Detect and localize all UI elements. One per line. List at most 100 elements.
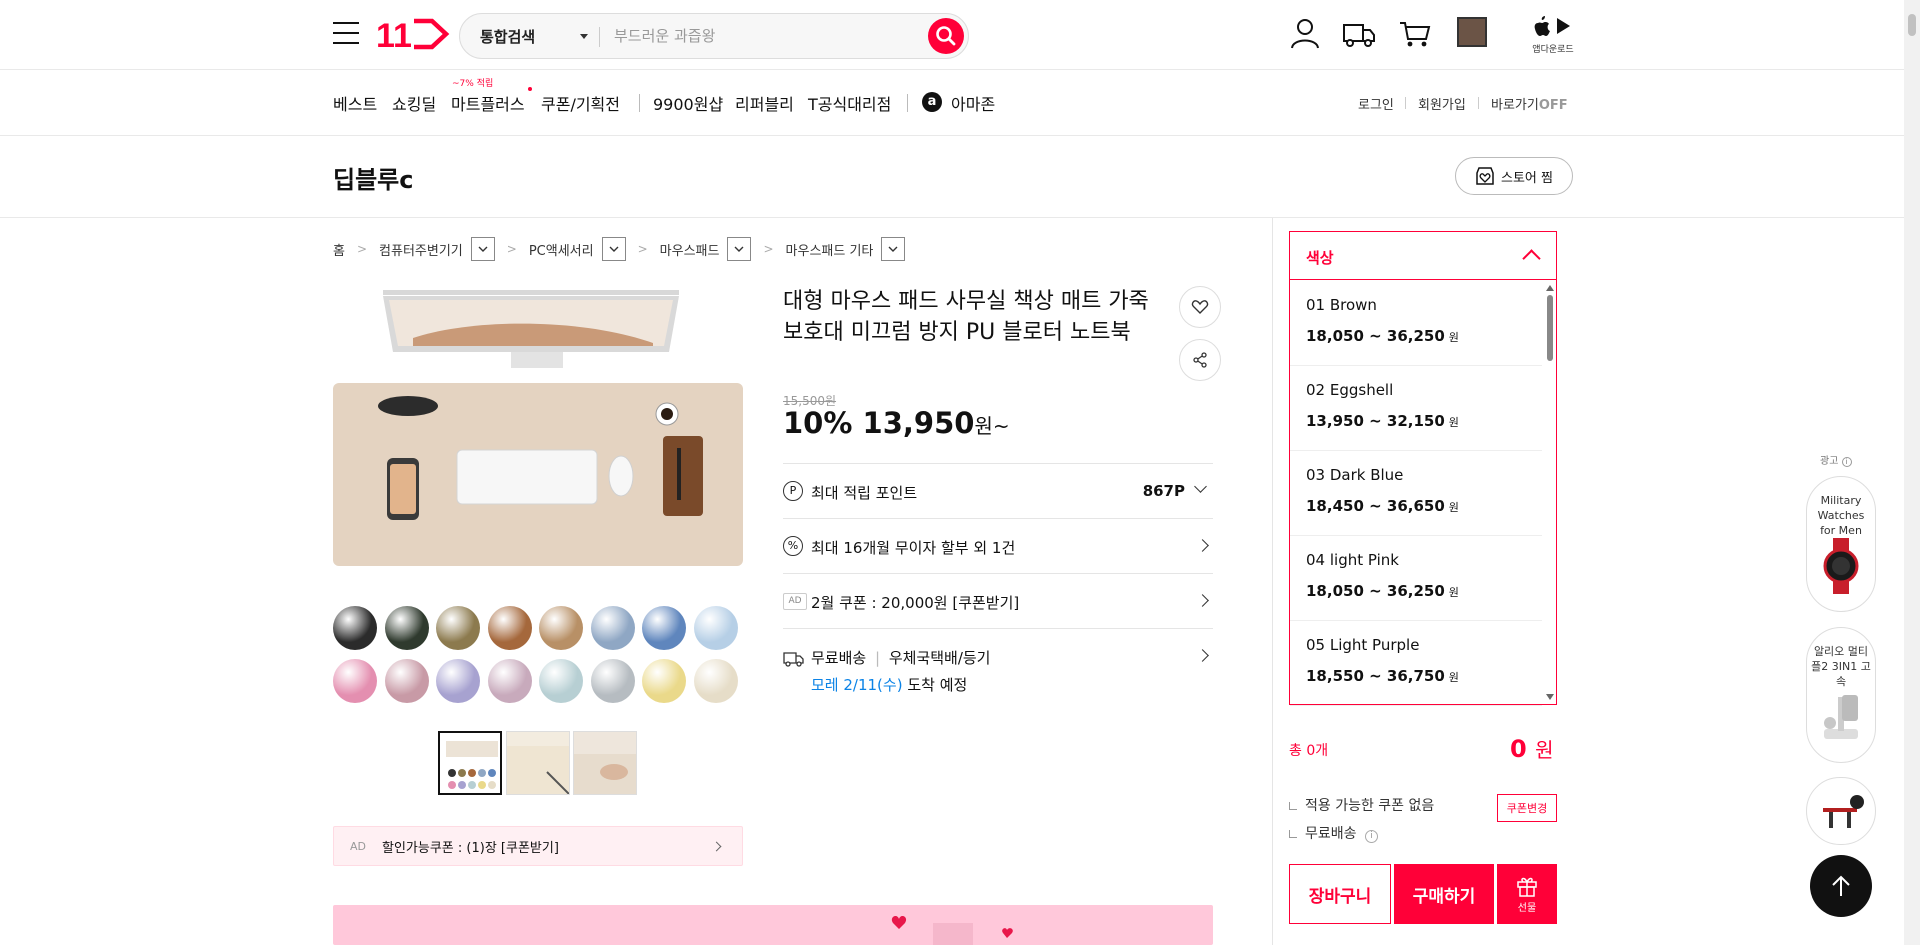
page-scrollbar[interactable] <box>1904 0 1920 945</box>
nav-t-official[interactable]: T공식대리점 <box>808 91 891 115</box>
recent-view-thumbnail[interactable] <box>1457 17 1487 47</box>
cart-icon[interactable] <box>1398 16 1432 50</box>
shipping-row[interactable]: 무료배송 | 우체국택배/등기 모레 2/11(수) 도착 예정 <box>783 628 1213 708</box>
color-swatch[interactable] <box>693 659 738 703</box>
color-swatch[interactable] <box>436 659 480 703</box>
nav-small-separator <box>1478 97 1479 109</box>
price-value: 13,950 <box>862 406 975 440</box>
page-scroll-thumb[interactable] <box>1908 14 1916 36</box>
store-name[interactable]: 딥블루c <box>333 160 413 195</box>
wishlist-button[interactable] <box>1179 286 1221 328</box>
search-button[interactable] <box>928 18 964 54</box>
option-scrollbar[interactable] <box>1544 281 1556 704</box>
max-points-row[interactable]: P 최대 적립 포인트 867P <box>783 463 1213 518</box>
eleven-street-logo[interactable]: 11 <box>376 16 450 52</box>
nav-refurbly[interactable]: 리퍼블리 <box>735 91 794 115</box>
color-swatch[interactable] <box>487 606 532 650</box>
breadcrumb: 홈 > 컴퓨터주변기기 > PC액세서리 > 마우스패드 > 마우스패드 기타 <box>333 236 906 262</box>
option-item[interactable]: 02 Eggshell 13,950 ~ 32,150 원 <box>1290 366 1542 451</box>
nav-amazon[interactable]: 아마존 <box>951 91 995 115</box>
installment-text: 최대 16개월 무이자 할부 외 1건 <box>811 539 1016 557</box>
store-follow-button[interactable]: 스토어 찜 <box>1455 157 1573 195</box>
option-price-unit: 원 <box>1448 671 1459 684</box>
color-swatch[interactable] <box>436 606 480 650</box>
option-name: 02 Eggshell <box>1306 381 1394 399</box>
coupon-row[interactable]: AD 2월 쿠폰 : 20,000원 [쿠폰받기] <box>783 573 1213 628</box>
nav-shocking-deal[interactable]: 쇼킹딜 <box>392 91 436 115</box>
thumbnail-2[interactable] <box>506 731 570 795</box>
product-main-image[interactable] <box>333 288 743 568</box>
ad-card-watch[interactable]: Military Watches for Men <box>1806 476 1876 612</box>
breadcrumb-dropdown[interactable] <box>881 237 906 261</box>
breadcrumb-home[interactable]: 홈 <box>333 240 345 259</box>
option-item[interactable]: 01 Brown 18,050 ~ 36,250 원 <box>1290 281 1542 366</box>
app-store-icons[interactable] <box>1532 14 1574 38</box>
color-swatch[interactable] <box>333 606 377 650</box>
color-swatch[interactable] <box>384 659 429 703</box>
thumbnail-3[interactable] <box>573 731 637 795</box>
buy-now-button[interactable]: 구매하기 <box>1394 864 1494 924</box>
coupon-status: 적용 가능한 쿠폰 없음 <box>1289 795 1434 815</box>
breadcrumb-dropdown[interactable] <box>470 237 495 261</box>
scroll-down-arrow[interactable] <box>1546 694 1554 700</box>
color-swatch[interactable] <box>539 606 583 650</box>
signup-link[interactable]: 회원가입 <box>1418 94 1466 113</box>
thumbnail-1[interactable] <box>438 731 502 795</box>
option-price-value: 18,450 ~ 36,650 <box>1306 497 1445 515</box>
delivery-truck-icon[interactable] <box>1342 16 1376 50</box>
option-item[interactable]: 03 Dark Blue 18,450 ~ 36,650 원 <box>1290 451 1542 536</box>
gift-icon <box>1517 877 1537 897</box>
breadcrumb-dropdown[interactable] <box>727 237 752 261</box>
top-header: 11 통합검색 앱다운로드 <box>0 0 1904 70</box>
breadcrumb-mousepad-etc[interactable]: 마우스패드 기타 <box>786 240 874 259</box>
info-icon[interactable]: i <box>1841 457 1852 467</box>
share-button[interactable] <box>1179 339 1221 381</box>
color-swatch[interactable] <box>642 659 686 703</box>
color-swatch[interactable] <box>693 606 738 650</box>
color-swatch[interactable] <box>539 659 583 703</box>
scroll-to-top-button[interactable] <box>1810 855 1872 917</box>
search-category-select[interactable]: 통합검색 <box>480 26 535 47</box>
scroll-thumb[interactable] <box>1547 295 1553 361</box>
discount-coupon-banner[interactable]: AD 할인가능쿠폰 : (1)장 [쿠폰받기] <box>333 826 743 866</box>
nav-9900-shop[interactable]: 9900원샵 <box>653 91 723 115</box>
search-icon <box>936 26 956 46</box>
point-value: 867P <box>1142 482 1185 500</box>
gift-button[interactable]: 선물 <box>1497 864 1557 924</box>
color-swatch[interactable] <box>333 659 377 703</box>
add-to-cart-button[interactable]: 장바구니 <box>1289 864 1391 924</box>
color-swatch[interactable] <box>487 659 532 703</box>
user-icon[interactable] <box>1288 16 1322 50</box>
coupon-change-button[interactable]: 쿠폰변경 <box>1497 794 1557 822</box>
shortcut-toggle[interactable]: 바로가기OFF <box>1491 94 1568 113</box>
option-item[interactable]: 04 light Pink 18,050 ~ 36,250 원 <box>1290 536 1542 621</box>
search-divider <box>599 27 600 47</box>
breadcrumb-pc-accessory[interactable]: PC액세서리 <box>529 240 594 259</box>
option-item[interactable]: 05 Light Purple 18,550 ~ 36,750 원 <box>1290 621 1542 706</box>
breadcrumb-dropdown[interactable] <box>601 237 626 261</box>
promo-banner[interactable] <box>333 905 1213 945</box>
breadcrumb-computer[interactable]: 컴퓨터주변기기 <box>379 240 463 259</box>
ad-card-3[interactable] <box>1806 777 1876 845</box>
info-icon[interactable]: i <box>1364 830 1378 843</box>
chevron-down-icon <box>888 246 898 252</box>
ad-card-text: Military Watches for Men <box>1817 494 1865 537</box>
ad-card-charger[interactable]: 알리오 멀티플2 3IN1 고속 <box>1806 627 1876 763</box>
option-header[interactable]: 색상 <box>1290 232 1556 280</box>
search-input[interactable] <box>614 22 904 50</box>
color-swatch[interactable] <box>384 606 429 650</box>
share-icon <box>1193 352 1207 368</box>
charger-image <box>1824 695 1858 739</box>
login-link[interactable]: 로그인 <box>1358 94 1394 113</box>
breadcrumb-mousepad[interactable]: 마우스패드 <box>660 240 720 259</box>
nav-best[interactable]: 베스트 <box>333 91 377 115</box>
nav-mart-plus[interactable]: 마트플러스 <box>451 91 525 115</box>
scroll-up-arrow[interactable] <box>1546 285 1554 291</box>
nav-coupon-event[interactable]: 쿠폰/기획전 <box>541 91 620 115</box>
menu-icon[interactable] <box>333 22 359 46</box>
color-swatch[interactable] <box>642 606 686 650</box>
color-swatch[interactable] <box>590 659 635 703</box>
chevron-down-icon[interactable] <box>580 34 588 39</box>
installment-row[interactable]: % 최대 16개월 무이자 할부 외 1건 <box>783 518 1213 573</box>
color-swatch[interactable] <box>590 606 635 650</box>
